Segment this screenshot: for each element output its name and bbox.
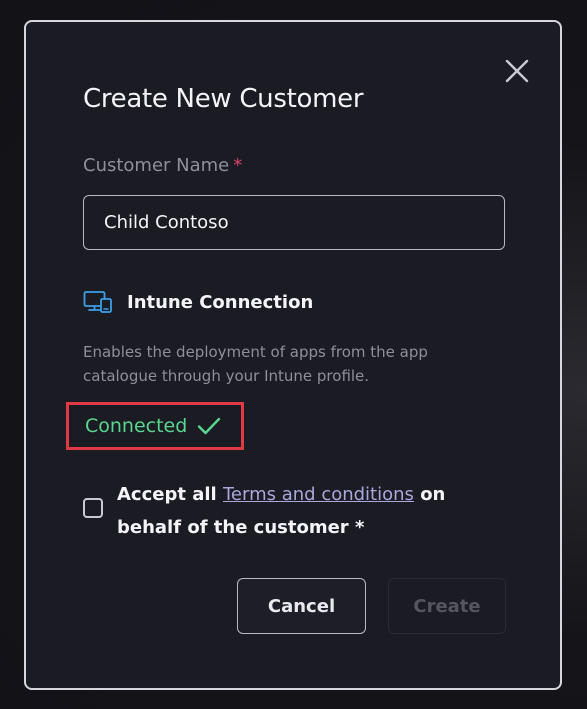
terms-link[interactable]: Terms and conditions	[223, 484, 414, 505]
intune-connection-title: Intune Connection	[127, 291, 314, 313]
accept-terms-label: Accept all Terms and conditions on behal…	[117, 478, 507, 544]
customer-name-label: Customer Name *	[83, 155, 242, 176]
cancel-button[interactable]: Cancel	[237, 578, 366, 634]
connection-status-text: Connected	[85, 415, 188, 437]
create-customer-dialog: Create New Customer Customer Name* Intun…	[24, 20, 562, 690]
customer-name-label-text: Customer Name	[83, 155, 230, 176]
create-button[interactable]: Create	[388, 578, 506, 634]
required-marker: *	[233, 155, 243, 176]
customer-name-input[interactable]	[83, 195, 505, 250]
accept-terms-prefix: Accept all	[117, 484, 223, 505]
dialog-title: Create New Customer	[83, 84, 364, 114]
close-button[interactable]	[504, 58, 530, 84]
checkmark-icon	[197, 417, 221, 435]
intune-connection-heading: Intune Connection	[83, 290, 313, 314]
intune-description: Enables the deployment of apps from the …	[83, 343, 428, 385]
devices-icon	[83, 290, 113, 314]
accept-terms-checkbox[interactable]	[83, 498, 103, 518]
connection-status: Connected	[66, 402, 244, 450]
close-icon	[505, 59, 529, 83]
